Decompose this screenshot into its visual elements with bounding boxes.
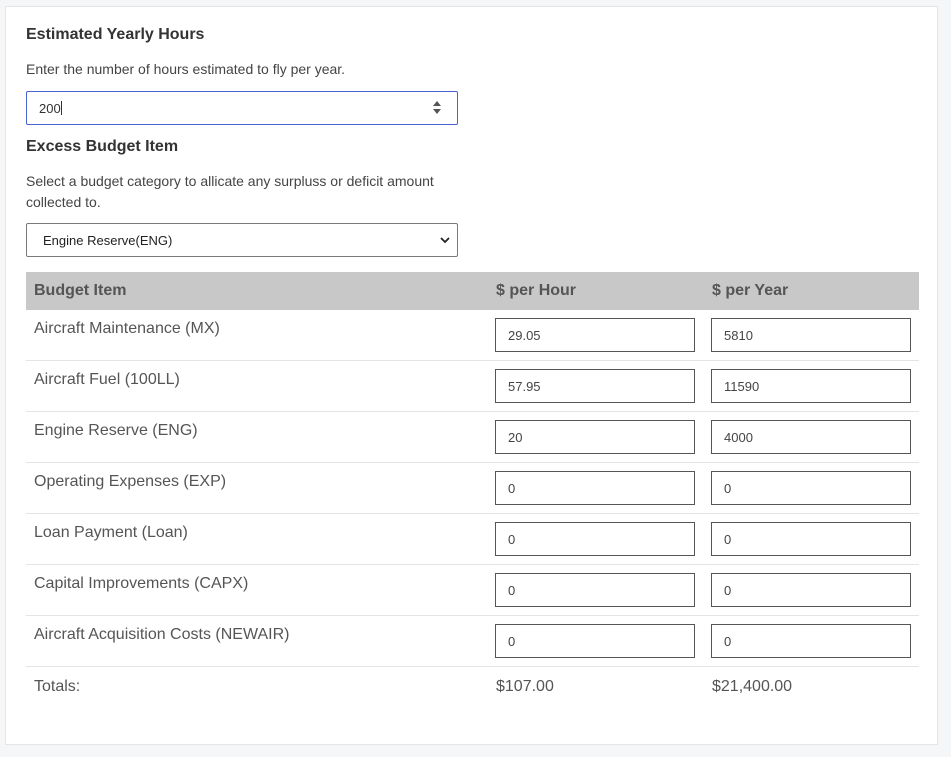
- table-row: Capital Improvements (CAPX) 0 0: [26, 565, 919, 616]
- per-year-input[interactable]: 0: [711, 471, 911, 505]
- row-label: Aircraft Fuel (100LL): [34, 371, 180, 388]
- per-hour-input[interactable]: 29.05: [495, 318, 695, 352]
- yearly-hours-value: 200: [39, 101, 62, 116]
- table-row: Aircraft Fuel (100LL) 57.95 11590: [26, 361, 919, 412]
- per-hour-input[interactable]: 0: [495, 573, 695, 607]
- excess-budget-selected: Engine Reserve(ENG): [43, 233, 173, 248]
- row-label: Capital Improvements (CAPX): [34, 575, 249, 592]
- hours-help: Enter the number of hours estimated to f…: [26, 61, 346, 77]
- table-row: Aircraft Maintenance (MX) 29.05 5810: [26, 310, 919, 361]
- per-year-input[interactable]: 11590: [711, 369, 911, 403]
- row-label: Aircraft Acquisition Costs (NEWAIR): [34, 626, 290, 643]
- row-label: Engine Reserve (ENG): [34, 422, 198, 439]
- yearly-hours-input[interactable]: 200: [26, 91, 458, 125]
- budget-table: Budget Item $ per Hour $ per Year Aircra…: [26, 272, 919, 707]
- table-header: Budget Item $ per Hour $ per Year: [26, 272, 919, 310]
- per-year-input[interactable]: 0: [711, 573, 911, 607]
- spinner-icon[interactable]: [433, 101, 443, 115]
- totals-row: Totals: $107.00 $21,400.00: [26, 667, 919, 707]
- table-row: Operating Expenses (EXP) 0 0: [26, 463, 919, 514]
- spinner-down-icon[interactable]: [433, 109, 441, 114]
- header-budget-item: Budget Item: [34, 282, 127, 299]
- table-row: Engine Reserve (ENG) 20 4000: [26, 412, 919, 463]
- row-label: Operating Expenses (EXP): [34, 473, 227, 490]
- row-label: Aircraft Maintenance (MX): [34, 320, 220, 337]
- per-hour-input[interactable]: 57.95: [495, 369, 695, 403]
- budget-panel: Estimated Yearly Hours Enter the number …: [5, 6, 938, 745]
- per-year-input[interactable]: 0: [711, 624, 911, 658]
- excess-help-line2: collected to.: [26, 194, 101, 210]
- excess-help-line1: Select a budget category to allicate any…: [26, 173, 434, 189]
- total-per-hour: $107.00: [496, 678, 554, 695]
- hours-title: Estimated Yearly Hours: [26, 26, 205, 43]
- total-per-year: $21,400.00: [712, 678, 793, 695]
- excess-title: Excess Budget Item: [26, 138, 179, 155]
- totals-label: Totals:: [34, 678, 81, 695]
- per-hour-input[interactable]: 20: [495, 420, 695, 454]
- per-hour-input[interactable]: 0: [495, 471, 695, 505]
- chevron-down-icon: [440, 237, 450, 244]
- per-year-input[interactable]: 5810: [711, 318, 911, 352]
- row-label: Loan Payment (Loan): [34, 524, 188, 541]
- per-hour-input[interactable]: 0: [495, 522, 695, 556]
- spinner-up-icon[interactable]: [433, 101, 441, 106]
- header-per-hour: $ per Hour: [496, 282, 577, 299]
- per-year-input[interactable]: 4000: [711, 420, 911, 454]
- table-row: Aircraft Acquisition Costs (NEWAIR) 0 0: [26, 616, 919, 667]
- table-row: Loan Payment (Loan) 0 0: [26, 514, 919, 565]
- excess-budget-select[interactable]: Engine Reserve(ENG): [26, 223, 458, 257]
- header-per-year: $ per Year: [712, 282, 789, 299]
- per-hour-input[interactable]: 0: [495, 624, 695, 658]
- per-year-input[interactable]: 0: [711, 522, 911, 556]
